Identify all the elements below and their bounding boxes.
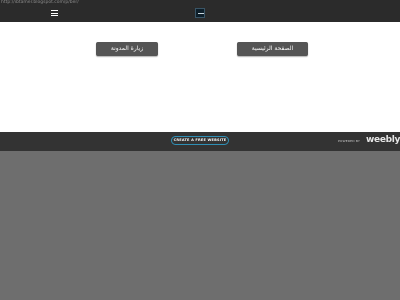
top-navigation-bar: http://ibtamer.blogspot.com/p/ber/ (0, 0, 400, 22)
url-text: http://ibtamer.blogspot.com/p/ber/ (1, 0, 79, 5)
page-backdrop (0, 151, 400, 300)
weebly-logo[interactable]: weebly (366, 135, 400, 145)
visit-blog-button[interactable]: زيارة المدونة (96, 42, 158, 56)
create-free-website-button[interactable]: CREATE A FREE WEBSITE (171, 136, 229, 145)
home-page-button[interactable]: الصفحة الرئيسية (237, 42, 308, 56)
site-logo-icon[interactable] (195, 8, 205, 18)
main-content: زيارة المدونة الصفحة الرئيسية (0, 22, 400, 132)
hamburger-menu-icon[interactable] (51, 10, 58, 16)
powered-by-label: POWERED BY (338, 139, 361, 143)
footer-bar: CREATE A FREE WEBSITE POWERED BY weebly (0, 132, 400, 151)
